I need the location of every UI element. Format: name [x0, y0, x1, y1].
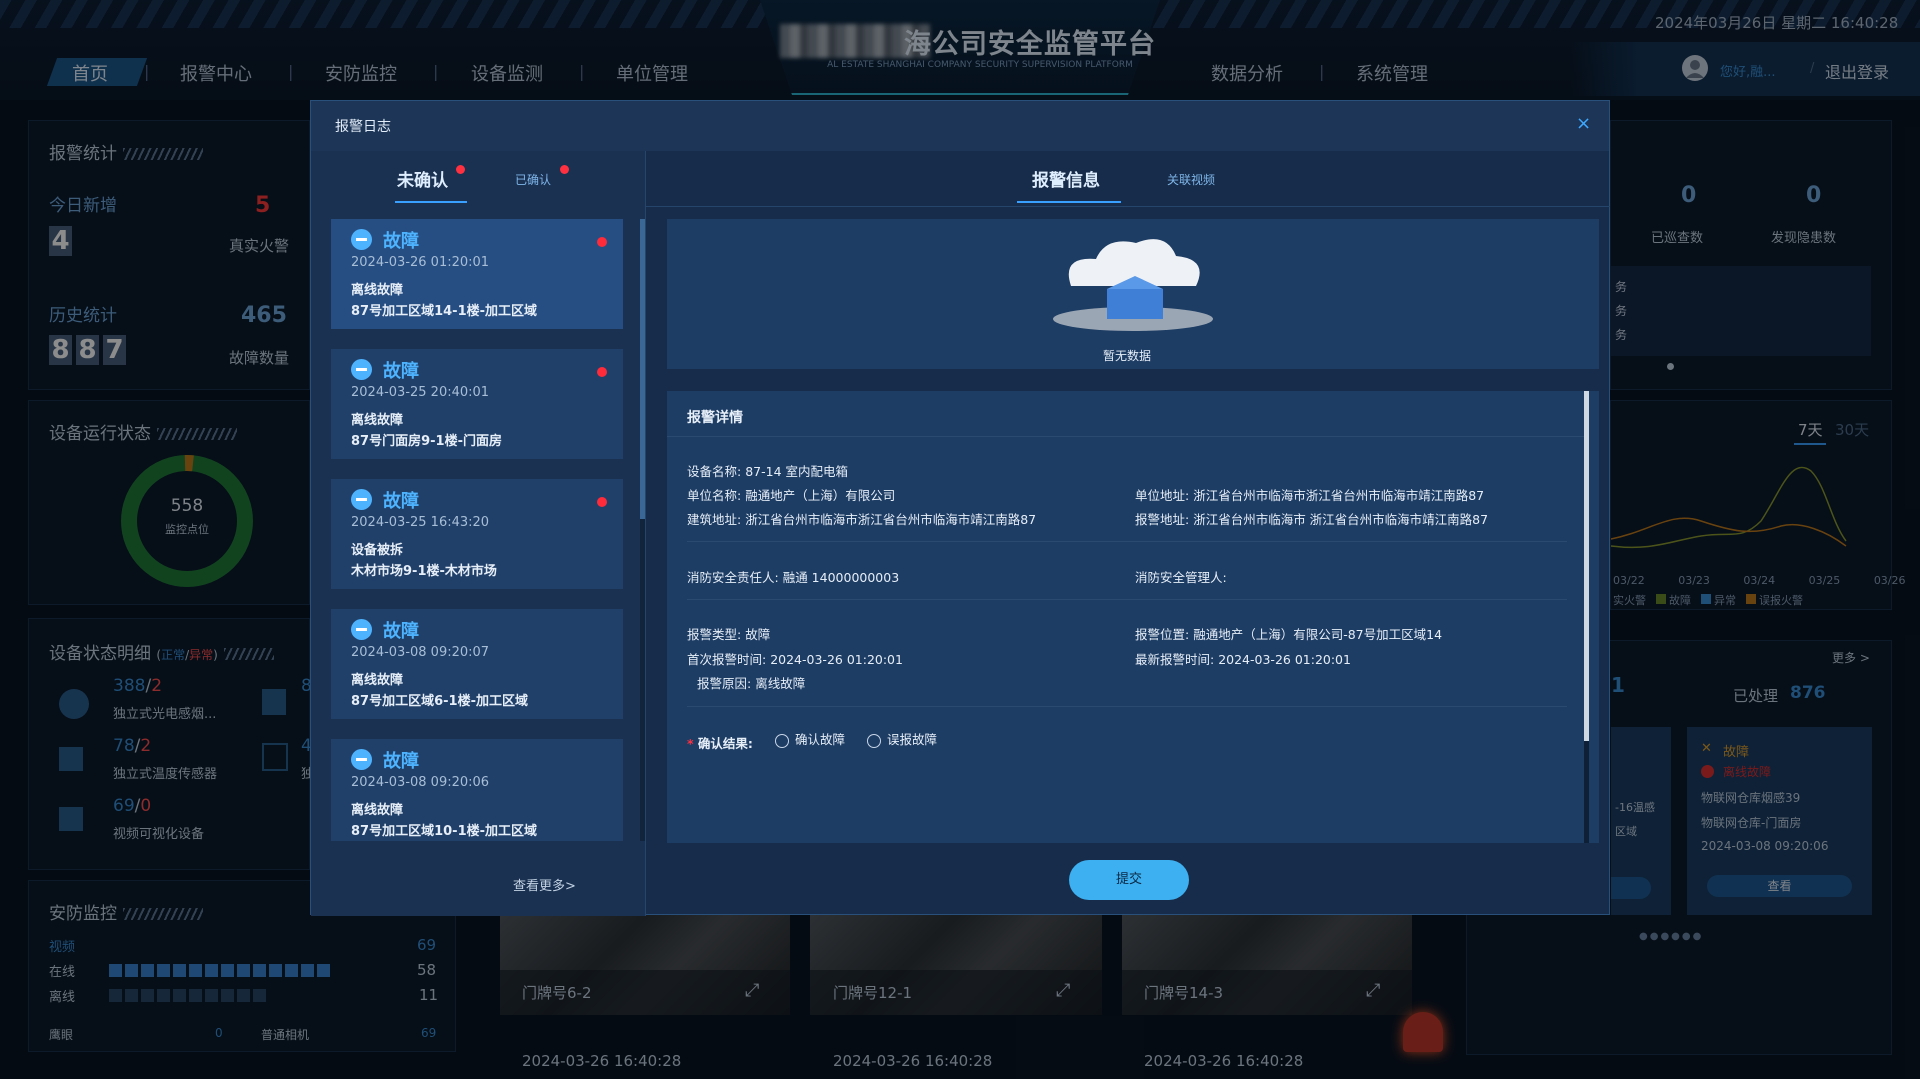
dialog-title: 报警日志	[335, 119, 391, 135]
fire-manager-row: 消防安全管理人:	[1135, 570, 1227, 585]
tab-unconfirmed[interactable]: 未确认	[397, 166, 448, 191]
alarm-reason-row: 报警原因: 离线故障	[697, 676, 806, 691]
confirmed-badge	[560, 165, 569, 174]
alarm-card[interactable]: 故障 2024-03-25 16:43:20 设备被拆 木材市场9-1楼-木材市…	[331, 479, 623, 589]
alarm-card[interactable]: 故障 2024-03-08 09:20:07 离线故障 87号加工区域6-1楼-…	[331, 609, 623, 719]
unread-dot	[597, 237, 607, 247]
list-scrollbar-thumb[interactable]	[640, 219, 645, 519]
tab-alarm-info[interactable]: 报警信息	[1032, 166, 1100, 191]
alarm-card[interactable]: 故障 2024-03-25 20:40:01 离线故障 87号门面房9-1楼-门…	[331, 349, 623, 459]
fire-responsible-row: 消防安全责任人: 融通 14000000003	[687, 570, 900, 585]
minus-circle-icon	[351, 489, 372, 510]
confirm-fault-radio[interactable]: 确认故障	[775, 729, 845, 748]
radio-icon	[775, 733, 789, 748]
confirm-result-label: * 确认结果:	[687, 736, 753, 751]
tab-related-video[interactable]: 关联视频	[1167, 171, 1215, 188]
unread-dot	[597, 497, 607, 507]
building-address-row: 建筑地址: 浙江省台州市临海市浙江省台州市临海市靖江南路87	[687, 512, 1037, 527]
device-name-row: 设备名称: 87-14 室内配电箱	[687, 464, 848, 479]
alarm-card[interactable]: 故障 2024-03-08 09:20:06 离线故障 87号加工区域10-1楼…	[331, 739, 623, 841]
tab-indicator	[395, 201, 467, 203]
minus-circle-icon	[351, 749, 372, 770]
alarm-log-dialog: 报警日志 × 未确认 已确认 故障 2024-03-26 01:20:01 离线…	[310, 100, 1610, 916]
minus-circle-icon	[351, 619, 372, 640]
alarm-type-row: 报警类型: 故障	[687, 627, 771, 642]
unit-address-row: 单位地址: 浙江省台州市临海市浙江省台州市临海市靖江南路87	[1135, 488, 1485, 503]
unread-dot	[597, 367, 607, 377]
close-icon[interactable]: ×	[1576, 113, 1591, 134]
radio-icon	[867, 733, 881, 748]
submit-button[interactable]: 提交	[1069, 860, 1189, 900]
tab-indicator	[1017, 201, 1121, 203]
detail-title: 报警详情	[687, 410, 743, 426]
see-more-link[interactable]: 查看更多>	[513, 875, 576, 894]
false-alarm-radio[interactable]: 误报故障	[867, 729, 937, 748]
no-data-text: 暂无数据	[1103, 349, 1152, 363]
alarm-position-row: 报警位置: 融通地产（上海）有限公司-87号加工区域14	[1135, 627, 1443, 642]
first-alarm-time-row: 首次报警时间: 2024-03-26 01:20:01	[687, 652, 903, 667]
empty-box-icon	[1053, 239, 1213, 331]
dialog-header	[311, 101, 1609, 151]
latest-alarm-time-row: 最新报警时间: 2024-03-26 01:20:01	[1135, 652, 1351, 667]
tab-confirmed[interactable]: 已确认	[515, 171, 551, 188]
detail-scrollbar-thumb[interactable]	[1584, 391, 1589, 741]
minus-circle-icon	[351, 229, 372, 250]
alarm-card[interactable]: 故障 2024-03-26 01:20:01 离线故障 87号加工区域14-1楼…	[331, 219, 623, 329]
unit-name-row: 单位名称: 融通地产（上海）有限公司	[687, 488, 896, 503]
media-preview: 暂无数据	[667, 219, 1599, 369]
unconfirmed-badge	[456, 165, 465, 174]
alarm-address-row: 报警地址: 浙江省台州市临海市 浙江省台州市临海市靖江南路87	[1135, 512, 1489, 527]
minus-circle-icon	[351, 359, 372, 380]
alarm-detail-section: 报警详情 设备名称: 87-14 室内配电箱 单位名称: 融通地产（上海）有限公…	[667, 391, 1599, 843]
